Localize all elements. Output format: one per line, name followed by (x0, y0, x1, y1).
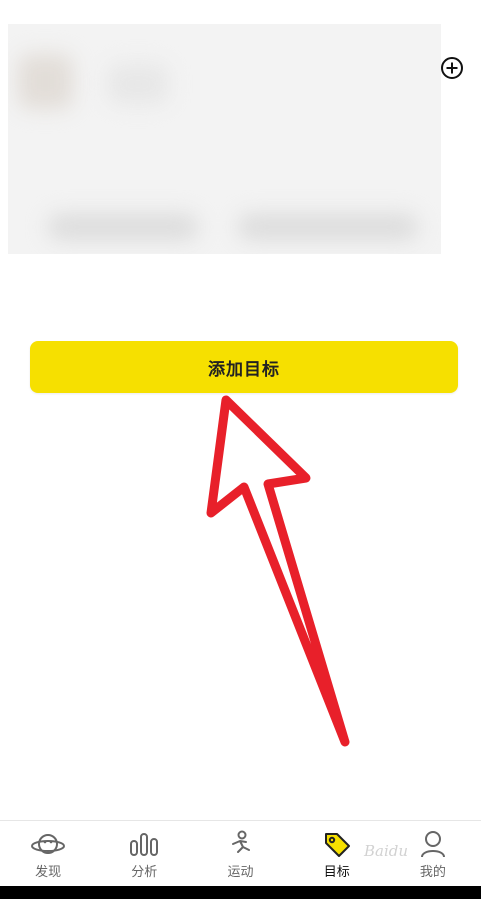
tab-label: 我的 (419, 864, 446, 880)
running-person-icon (224, 829, 258, 859)
bottom-tab-bar: 发现 分析 运动 目标 我的 (0, 820, 481, 887)
tab-profile[interactable]: 我的 (385, 821, 481, 887)
tab-discover[interactable]: 发现 (0, 821, 96, 887)
tag-icon (320, 829, 354, 859)
tab-analysis[interactable]: 分析 (96, 821, 192, 887)
bar-chart-icon (127, 829, 161, 859)
tab-label: 发现 (35, 864, 62, 880)
system-nav-strip (0, 886, 481, 899)
tab-exercise[interactable]: 运动 (192, 821, 288, 887)
tab-label: 运动 (227, 864, 254, 880)
tab-label: 目标 (323, 864, 350, 880)
planet-icon (31, 829, 66, 859)
person-icon (416, 829, 450, 859)
blurred-goal-card (8, 24, 441, 254)
tab-label: 分析 (131, 864, 158, 880)
plus-circle-icon[interactable] (441, 57, 463, 79)
tab-goals[interactable]: 目标 (289, 821, 385, 887)
add-goal-button[interactable]: 添加目标 (30, 341, 458, 393)
